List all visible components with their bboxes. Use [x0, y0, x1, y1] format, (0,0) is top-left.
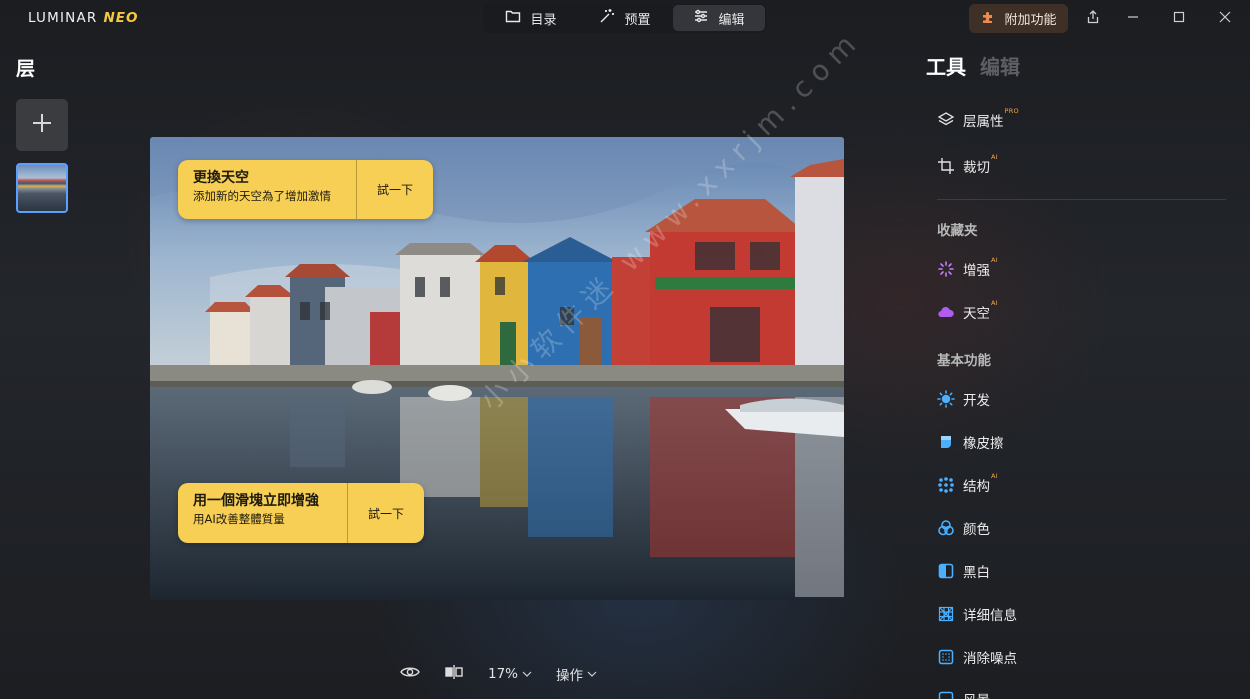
tool-label: 消除噪点	[963, 651, 1017, 667]
plus-icon	[31, 112, 53, 138]
tab-edit[interactable]: 编辑	[673, 5, 765, 31]
favorites-title: 收藏夹	[937, 223, 978, 239]
tool-sky[interactable]: 天空AI	[937, 299, 998, 324]
landscape-icon	[937, 690, 955, 699]
replace-sky-promo: 更換天空 添加新的天空為了增加激情 試一下	[178, 160, 433, 219]
tool-label: 黑白	[963, 565, 990, 581]
chevron-down-icon	[522, 666, 532, 682]
tool-label: 橡皮擦	[963, 436, 1004, 452]
ai-badge: AI	[991, 299, 998, 307]
detail-grid-icon	[937, 605, 955, 623]
sliders-icon	[693, 8, 709, 28]
tab-catalog-label: 目录	[530, 12, 557, 28]
minimize-button[interactable]	[1122, 7, 1144, 29]
compare-button[interactable]	[444, 664, 464, 684]
tool-color[interactable]: 颜色	[937, 516, 990, 540]
folder-icon	[505, 8, 521, 28]
ai-badge: AI	[991, 256, 998, 264]
tab-presets[interactable]: 预置	[579, 5, 671, 31]
denoise-icon	[937, 648, 955, 666]
enhance-promo: 用一個滑塊立即增強 用AI改善整體質量 試一下	[178, 483, 424, 543]
close-button[interactable]	[1214, 7, 1236, 29]
crop-icon	[937, 157, 955, 175]
panel-divider	[937, 199, 1226, 200]
ai-badge: AI	[991, 153, 998, 161]
logo-neo-text: NEO	[103, 10, 139, 26]
title-bar: LUMINAR NEO 目录 预置 编辑 附加功能	[0, 0, 1250, 36]
tool-label: 天空	[963, 306, 990, 322]
try-enhance-button[interactable]: 試一下	[348, 483, 424, 543]
tool-layer-properties[interactable]: 层属性PRO	[937, 107, 1019, 132]
tool-eraser[interactable]: 橡皮擦	[937, 430, 1004, 454]
layers-icon	[937, 111, 955, 129]
maximize-button[interactable]	[1168, 7, 1190, 29]
tool-develop[interactable]: 开发	[937, 387, 990, 411]
tool-label: 风景	[963, 689, 990, 699]
share-button[interactable]	[1082, 7, 1104, 29]
sparkle-icon	[937, 260, 955, 278]
tool-details[interactable]: 详细信息	[937, 602, 1017, 626]
tab-edit-label: 编辑	[718, 12, 745, 28]
maximize-icon	[1172, 9, 1186, 28]
pro-badge: PRO	[1004, 107, 1019, 115]
addons-label: 附加功能	[1004, 13, 1057, 28]
layer-thumbnail[interactable]	[16, 163, 68, 213]
tool-label: 裁切	[963, 160, 990, 176]
logo-text: LUMINAR	[28, 10, 98, 26]
chevron-down-icon	[587, 666, 597, 682]
minimize-icon	[1126, 9, 1140, 28]
color-circles-icon	[937, 519, 955, 537]
tool-enhance[interactable]: 增强AI	[937, 256, 998, 281]
close-icon	[1218, 9, 1232, 28]
tool-label: 层属性	[963, 114, 1004, 130]
tool-label: 详细信息	[963, 608, 1017, 624]
tab-edits[interactable]: 编辑	[980, 51, 1020, 80]
structure-icon	[937, 476, 955, 494]
zoom-value: 17%	[488, 666, 519, 682]
addons-button[interactable]: 附加功能	[969, 4, 1068, 33]
app-logo: LUMINAR NEO	[28, 10, 138, 26]
eye-icon	[400, 664, 420, 684]
magic-wand-icon	[599, 8, 615, 28]
actions-label: 操作	[556, 668, 584, 684]
tools-panel-tabs: 工具 编辑	[926, 51, 1020, 80]
preview-toggle-button[interactable]	[400, 664, 420, 684]
sun-icon	[937, 390, 955, 408]
promo-subtext: 添加新的天空為了增加激情	[193, 189, 331, 203]
bottom-toolbar: 17% 操作	[400, 662, 597, 686]
tool-landscape[interactable]: 风景	[937, 687, 990, 699]
cloud-icon	[937, 303, 955, 321]
tool-label: 结构	[963, 479, 990, 495]
compare-icon	[444, 664, 464, 684]
tool-denoise[interactable]: 消除噪点	[937, 645, 1017, 669]
tab-tools[interactable]: 工具	[926, 51, 966, 80]
tool-structure[interactable]: 结构AI	[937, 472, 998, 497]
promo-heading: 更換天空	[193, 170, 249, 186]
share-icon	[1086, 9, 1100, 28]
puzzle-icon	[980, 9, 996, 29]
tool-crop[interactable]: 裁切AI	[937, 153, 998, 178]
mode-tabs: 目录 预置 编辑	[483, 3, 767, 33]
add-layer-button[interactable]	[16, 99, 68, 151]
try-replace-sky-button[interactable]: 試一下	[357, 160, 433, 219]
promo-heading: 用一個滑塊立即增強	[193, 493, 319, 509]
black-white-icon	[937, 562, 955, 580]
tool-label: 增强	[963, 263, 990, 279]
ai-badge: AI	[991, 472, 998, 480]
tab-catalog[interactable]: 目录	[485, 5, 577, 31]
zoom-dropdown[interactable]: 17%	[488, 666, 532, 682]
layers-title: 层	[16, 58, 36, 80]
tool-label: 颜色	[963, 522, 990, 538]
tool-label: 开发	[963, 393, 990, 409]
promo-subtext: 用AI改善整體質量	[193, 512, 285, 526]
tool-black-white[interactable]: 黑白	[937, 559, 990, 583]
actions-dropdown[interactable]: 操作	[556, 664, 597, 684]
tab-presets-label: 预置	[624, 12, 651, 28]
basic-title: 基本功能	[937, 353, 991, 369]
eraser-icon	[937, 433, 955, 451]
